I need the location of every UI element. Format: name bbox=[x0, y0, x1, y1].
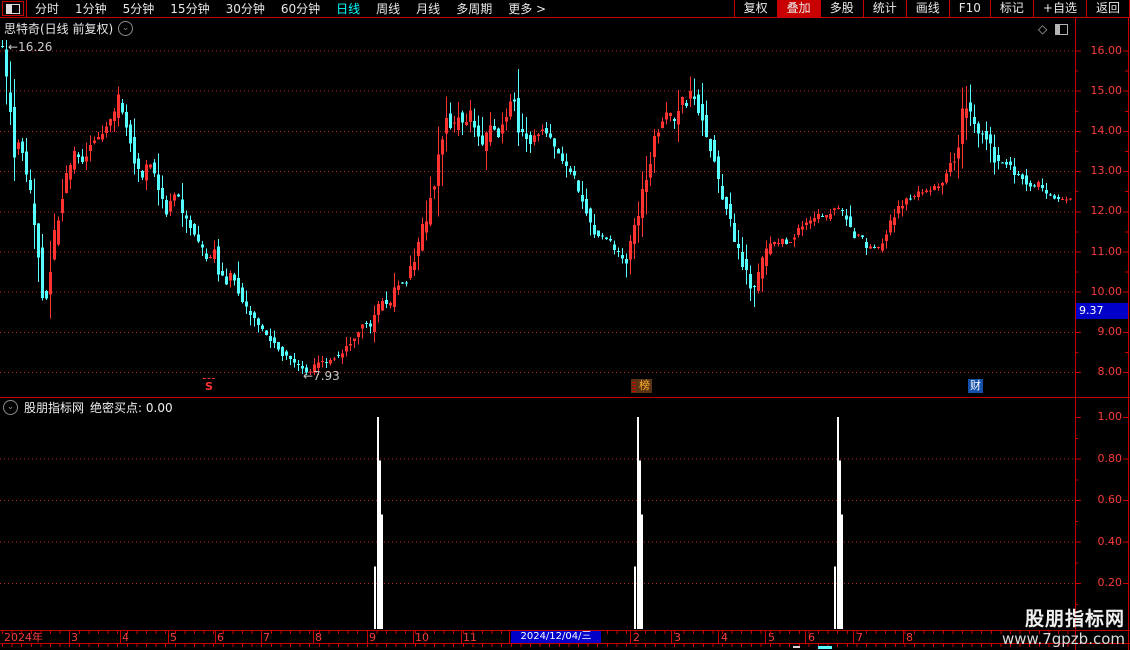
toolbar-button[interactable]: 返回 bbox=[1085, 0, 1130, 17]
split-window-icon bbox=[6, 3, 20, 14]
sell-signal-label: S bbox=[205, 380, 213, 393]
panel-window-icon[interactable] bbox=[1055, 23, 1069, 35]
indicator-value: 0.00 bbox=[145, 401, 173, 415]
toolbar-button[interactable]: +自选 bbox=[1032, 0, 1086, 17]
chevron-down-icon[interactable]: ⌄ bbox=[118, 21, 134, 36]
toolbar-button[interactable]: 统计 bbox=[862, 0, 906, 17]
chart-canvas bbox=[0, 17, 1130, 650]
period-tab[interactable]: 5分钟 bbox=[115, 0, 163, 17]
period-tab[interactable]: 15分钟 bbox=[162, 0, 217, 17]
period-tab[interactable]: 1分钟 bbox=[67, 0, 115, 17]
toolbar-button[interactable]: 复权 bbox=[733, 0, 777, 17]
badge-label: 财 bbox=[970, 379, 981, 392]
diamond-icon[interactable]: ◇ bbox=[1038, 22, 1047, 36]
watermark: 股朋指标网 www.7gpzb.com bbox=[1002, 608, 1125, 649]
sell-signal-marker: S bbox=[202, 378, 216, 393]
period-tab[interactable]: 分时 bbox=[27, 0, 67, 17]
top-toolbar: 分时 1分钟 5分钟 15分钟 30分钟 60分钟 日线 周线 月线 多周期 更多 > 复权 叠加 多股… bbox=[0, 0, 1130, 18]
badge-cai-badge[interactable]: 财 bbox=[968, 379, 983, 393]
toolbar-button[interactable]: 叠加 bbox=[776, 0, 820, 17]
period-tab[interactable]: 多周期 bbox=[448, 0, 500, 17]
watermark-site: 股朋指标网 bbox=[1024, 608, 1125, 630]
toolbar-button[interactable]: 画线 bbox=[905, 0, 949, 17]
period-tab[interactable]: 60分钟 bbox=[273, 0, 328, 17]
crosshair-date-tag: 2024/12/04/三 bbox=[511, 631, 601, 643]
title-row-icons: ◇ bbox=[1038, 22, 1069, 36]
period-tab[interactable]: 30分钟 bbox=[218, 0, 273, 17]
period-tabs: 分时 1分钟 5分钟 15分钟 30分钟 60分钟 日线 周线 月线 多周期 更多 > bbox=[27, 0, 554, 17]
toolbar-button[interactable]: F10 bbox=[948, 0, 990, 17]
indicator-name-label: 绝密买点: bbox=[90, 401, 143, 415]
layout-toggle-button[interactable] bbox=[2, 1, 24, 16]
badge-label: 榜 bbox=[639, 379, 650, 392]
red-dots-icon bbox=[632, 380, 636, 392]
period-tab[interactable]: 日线 bbox=[328, 0, 368, 17]
trading-app-window: { "toolbar": { "periods": ["分时","1分钟","5… bbox=[0, 0, 1130, 650]
period-tab[interactable]: 更多 > bbox=[500, 0, 554, 17]
toolbar-button[interactable]: 多股 bbox=[819, 0, 863, 17]
period-tab[interactable]: 月线 bbox=[408, 0, 448, 17]
chart-title-row: 思特奇(日线 前复权) ⌄ bbox=[4, 20, 134, 37]
high-price-annotation: ←16.26 bbox=[8, 40, 53, 54]
low-price-annotation: ←7.93 bbox=[303, 369, 340, 383]
dashed-hat-icon bbox=[203, 378, 215, 379]
indicator-site-label: 股朋指标网 bbox=[24, 401, 85, 415]
period-tab[interactable]: 周线 bbox=[368, 0, 408, 17]
current-price-tag: 9.37 bbox=[1076, 303, 1128, 319]
chevron-down-icon[interactable]: ⌄ bbox=[3, 400, 18, 415]
chart-title: 思特奇(日线 前复权) bbox=[4, 22, 114, 36]
toolbar-right-buttons: 复权 叠加 多股 统计 画线 F10 标记 +自选 返回 bbox=[733, 0, 1130, 17]
watermark-url: www.7gpzb.com bbox=[1002, 630, 1125, 648]
toolbar-button[interactable]: 标记 bbox=[989, 0, 1033, 17]
badge-bang-badge[interactable]: 榜 bbox=[631, 379, 652, 393]
indicator-header: ⌄ 股朋指标网 绝密买点: 0.00 bbox=[3, 399, 173, 416]
